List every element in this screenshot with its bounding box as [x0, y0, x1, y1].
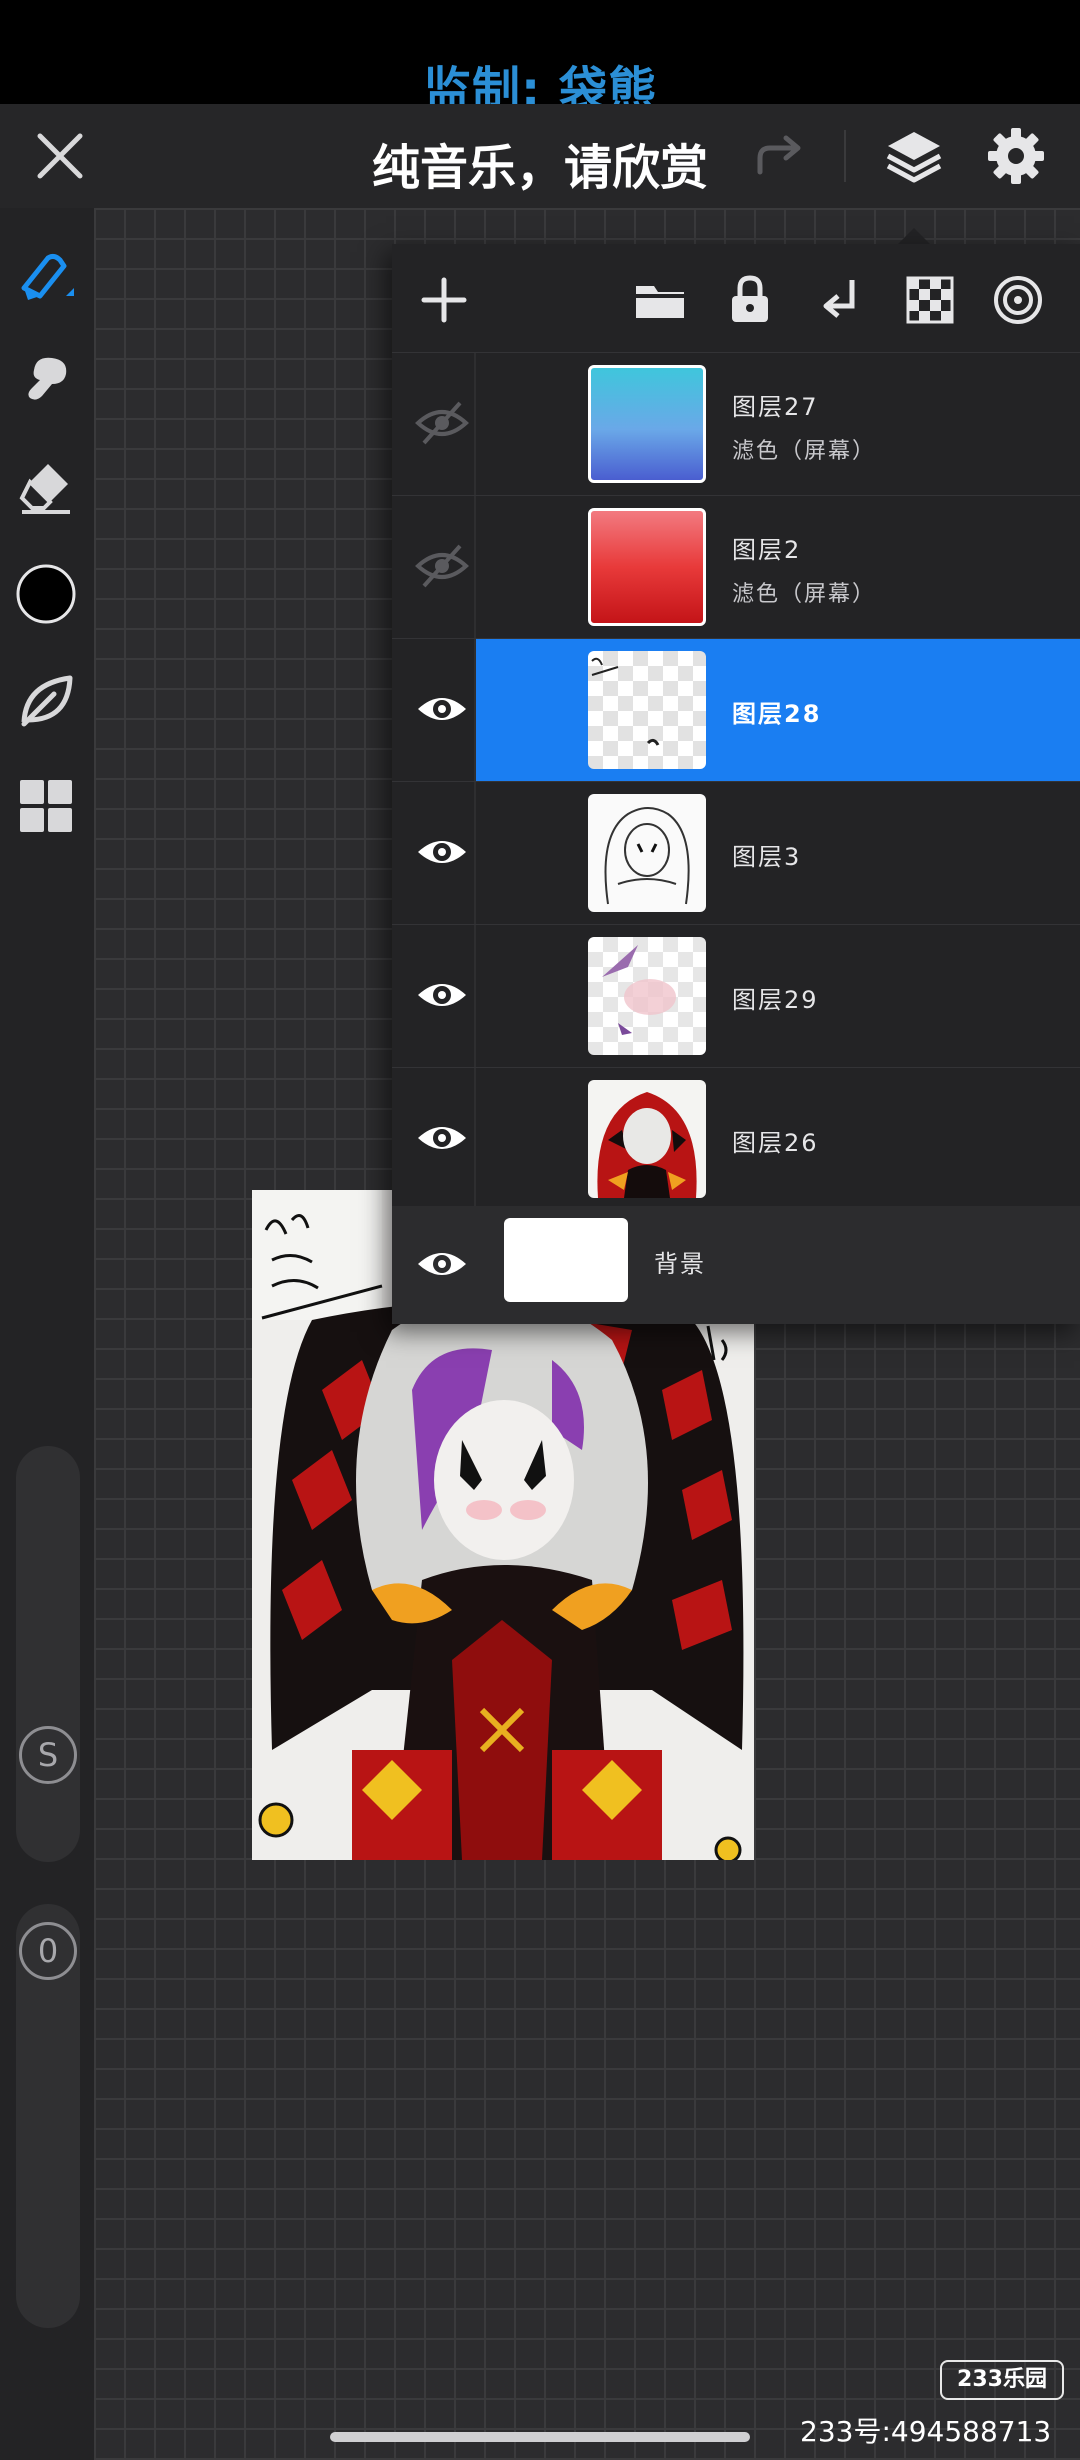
layer-row[interactable]: 图层3 — [392, 781, 1080, 924]
blend-mode-icon[interactable] — [990, 272, 1046, 328]
layers-panel-toolbar — [392, 244, 1080, 352]
layer-body[interactable]: 图层3 — [476, 782, 1080, 924]
layer-body[interactable]: 图层27 滤色（屏幕） — [476, 353, 1080, 495]
layer-blend-mode: 滤色（屏幕） — [732, 439, 877, 464]
background-layer-name: 背景 — [654, 1250, 706, 1278]
lock-icon[interactable] — [722, 272, 778, 328]
layer-name: 图层27 — [732, 393, 819, 421]
layer-thumbnail — [588, 365, 706, 483]
add-icon[interactable] — [416, 272, 472, 328]
watermark-id: 233号:494588713 — [800, 2415, 1052, 2448]
toolbar-divider — [844, 130, 846, 182]
layer-name: 图层28 — [732, 700, 822, 728]
layer-body[interactable]: 图层2 滤色（屏幕） — [476, 496, 1080, 638]
layers-icon[interactable] — [882, 124, 946, 188]
layer-row[interactable]: 图层29 — [392, 924, 1080, 1067]
brush-size-slider[interactable]: S — [16, 1446, 80, 1862]
layer-name: 图层2 — [732, 536, 802, 564]
color-circle[interactable] — [14, 562, 78, 626]
watermark-logo: 233乐园 — [940, 2360, 1064, 2400]
layer-name: 图层3 — [732, 843, 802, 871]
eye-icon[interactable] — [412, 1108, 472, 1168]
layer-row[interactable]: 图层2 滤色（屏幕） — [392, 495, 1080, 638]
layer-name: 图层29 — [732, 986, 819, 1014]
folder-icon[interactable] — [632, 272, 688, 328]
background-layer-row[interactable]: 背景 — [392, 1206, 1080, 1324]
layers-panel-caret — [898, 228, 930, 244]
leaf-icon[interactable] — [14, 668, 78, 732]
size-slider-knob[interactable]: S — [19, 1726, 77, 1784]
layer-thumbnail — [588, 937, 706, 1055]
video-caption: 纯音乐，请欣赏 — [371, 140, 708, 196]
home-indicator[interactable] — [330, 2432, 750, 2442]
eye-hidden-icon[interactable] — [412, 393, 472, 453]
alpha-lock-icon[interactable] — [902, 272, 958, 328]
layer-thumbnail — [588, 1080, 706, 1198]
eye-icon[interactable] — [412, 679, 472, 739]
eye-icon[interactable] — [412, 822, 472, 882]
layer-body[interactable]: 图层26 — [476, 1068, 1080, 1210]
layer-body[interactable]: 图层29 — [476, 925, 1080, 1067]
eye-hidden-icon[interactable] — [412, 536, 472, 596]
redo-icon[interactable] — [752, 132, 808, 180]
background-thumbnail — [504, 1218, 628, 1302]
pen-icon[interactable] — [14, 244, 78, 308]
smudge-icon[interactable] — [14, 348, 78, 412]
gear-icon[interactable] — [984, 124, 1048, 188]
layer-body[interactable]: 图层28 — [476, 639, 1080, 781]
opacity-slider[interactable]: 0 — [16, 1904, 80, 2328]
layer-row[interactable]: 图层27 滤色（屏幕） — [392, 352, 1080, 495]
close-icon[interactable] — [28, 124, 92, 188]
merge-down-icon[interactable] — [812, 272, 868, 328]
eye-icon[interactable] — [412, 965, 472, 1025]
layer-thumbnail — [588, 508, 706, 626]
opacity-slider-knob[interactable]: 0 — [19, 1922, 77, 1980]
layer-thumbnail — [588, 651, 706, 769]
eraser-icon[interactable] — [14, 454, 78, 518]
layer-blend-mode: 滤色（屏幕） — [732, 582, 877, 607]
layer-row-selected[interactable]: 图层28 — [392, 638, 1080, 781]
layer-row[interactable]: 图层26 — [392, 1067, 1080, 1210]
layers-panel: 图层27 滤色（屏幕） 图层2 滤色（屏幕） 图层28 图层3 图层29 图层2… — [392, 244, 1080, 1324]
eye-icon[interactable] — [412, 1234, 472, 1294]
layer-thumbnail — [588, 794, 706, 912]
grid-icon[interactable] — [14, 774, 78, 838]
layer-name: 图层26 — [732, 1129, 819, 1157]
